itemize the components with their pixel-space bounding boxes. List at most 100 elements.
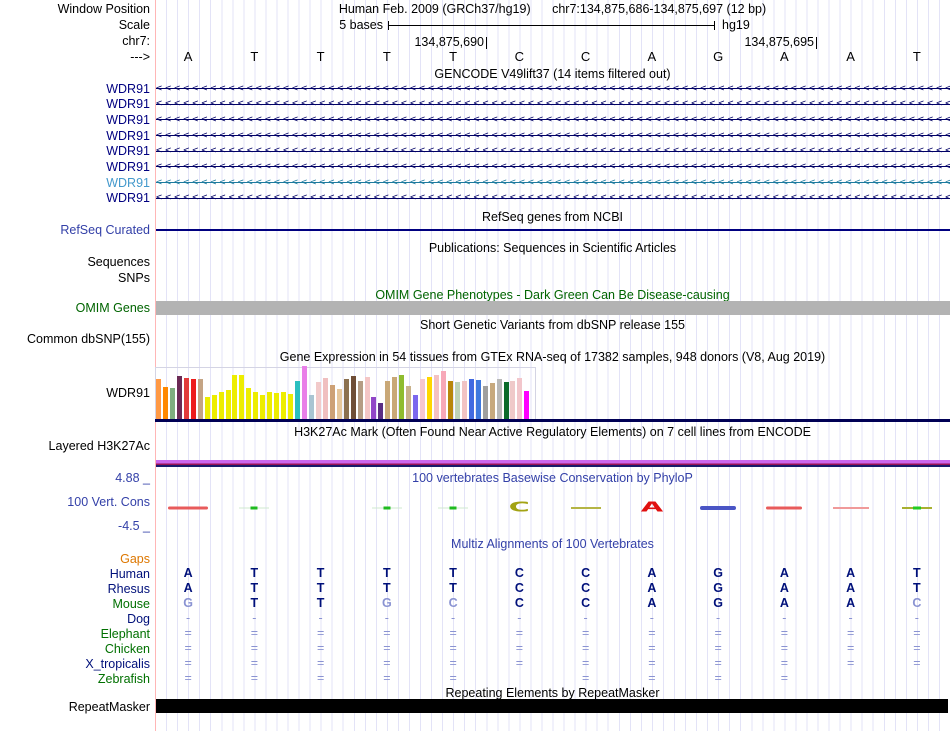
gtex-tissue-bar[interactable] — [281, 392, 287, 419]
layered-h3k27ac-label[interactable]: Layered H3K27Ac — [0, 439, 150, 453]
gencode-gene-label[interactable]: WDR91 — [0, 82, 150, 96]
gtex-tissue-bar[interactable] — [218, 392, 224, 419]
multiz-species-label[interactable]: Chicken — [0, 642, 150, 656]
multiz-species-label[interactable]: Dog — [0, 612, 150, 626]
gtex-tissue-bar[interactable] — [301, 366, 307, 419]
multiz-row-gaps[interactable]: Gaps — [0, 551, 950, 566]
gtex-tissue-bar[interactable] — [447, 381, 453, 419]
multiz-species-label[interactable]: Mouse — [0, 597, 150, 611]
gtex-tissue-bar[interactable] — [350, 376, 356, 419]
refseq-curated-label[interactable]: RefSeq Curated — [0, 223, 150, 237]
gtex-tissue-bar[interactable] — [510, 381, 516, 419]
gtex-tissue-bar[interactable] — [364, 377, 370, 419]
gtex-tissue-bar[interactable] — [496, 379, 502, 419]
gtex-tissue-bar[interactable] — [190, 379, 196, 419]
gtex-tissue-bar[interactable] — [489, 383, 495, 419]
gtex-tissue-bar[interactable] — [176, 376, 182, 419]
multiz-species-label[interactable]: Zebrafish — [0, 672, 150, 686]
gtex-tissue-bar[interactable] — [169, 388, 175, 419]
repeatmasker-element-bar[interactable] — [156, 699, 948, 713]
multiz-species-label[interactable]: Gaps — [0, 552, 150, 566]
gencode-gene-line[interactable]: <<<<<<<<<<<<<<<<<<<<<<<<<<<<<<<<<<<<<<<<… — [156, 127, 950, 144]
gtex-tissue-bar[interactable] — [239, 375, 245, 419]
gtex-tissue-bar[interactable] — [197, 379, 203, 419]
gtex-tissue-bar[interactable] — [482, 386, 488, 419]
gtex-tissue-bar[interactable] — [371, 397, 377, 419]
gtex-tissue-bar[interactable] — [343, 379, 349, 419]
gencode-gene-line[interactable]: <<<<<<<<<<<<<<<<<<<<<<<<<<<<<<<<<<<<<<<<… — [156, 96, 950, 112]
gtex-tissue-bar[interactable] — [440, 371, 446, 419]
gtex-tissue-bar[interactable] — [517, 378, 523, 419]
gtex-tissue-bar[interactable] — [413, 395, 419, 419]
gtex-tissue-bar[interactable] — [461, 381, 467, 419]
multiz-row-dog[interactable]: Dog - - - - - - - - - - - - — [0, 611, 950, 626]
gencode-gene-label[interactable]: WDR91 — [0, 97, 150, 111]
multiz-row-zebrafish[interactable]: Zebrafish = = = = = = = = = — [0, 671, 950, 686]
gtex-tissue-bar[interactable] — [427, 377, 433, 419]
omim-genes-label[interactable]: OMIM Genes — [0, 301, 150, 315]
gtex-tissue-bar[interactable] — [315, 382, 321, 419]
gtex-tissue-bar[interactable] — [267, 392, 273, 419]
gencode-gene-label[interactable]: WDR91 — [0, 129, 150, 143]
gencode-gene-line[interactable]: <<<<<<<<<<<<<<<<<<<<<<<<<<<<<<<<<<<<<<<<… — [156, 190, 950, 207]
gencode-gene-label[interactable]: WDR91 — [0, 144, 150, 158]
multiz-row-mouse[interactable]: Mouse G T T G C C C A G A A C — [0, 596, 950, 611]
gtex-tissue-bar[interactable] — [288, 394, 294, 419]
gencode-gene-line[interactable]: <<<<<<<<<<<<<<<<<<<<<<<<<<<<<<<<<<<<<<<<… — [156, 143, 950, 159]
phylop-track-label[interactable]: 100 Vert. Cons — [0, 495, 150, 509]
gtex-tissue-bar[interactable] — [475, 380, 481, 419]
multiz-row-x_tropicalis[interactable]: X_tropicalis = = = = = = = = = = = = — [0, 656, 950, 671]
gtex-tissue-bar[interactable] — [420, 379, 426, 419]
repeatmasker-label[interactable]: RepeatMasker — [0, 700, 150, 714]
gtex-tissue-bar[interactable] — [454, 382, 460, 419]
gtex-tissue-bar[interactable] — [322, 378, 328, 419]
multiz-species-label[interactable]: Elephant — [0, 627, 150, 641]
refseq-gene-line[interactable] — [156, 229, 950, 231]
multiz-species-label[interactable]: Rhesus — [0, 582, 150, 596]
multiz-row-chicken[interactable]: Chicken = = = = = = = = = = = = — [0, 641, 950, 656]
gencode-gene-label[interactable]: WDR91 — [0, 113, 150, 127]
gencode-gene-label[interactable]: WDR91 — [0, 191, 150, 205]
gtex-tissue-bar[interactable] — [406, 386, 412, 419]
gtex-tissue-bar[interactable] — [434, 375, 439, 419]
gtex-tissue-bar[interactable] — [295, 381, 300, 419]
gtex-gene-label[interactable]: WDR91 — [0, 386, 150, 400]
multiz-row-human[interactable]: Human A T T T T C C A G A A T — [0, 566, 950, 581]
publications-sequences-label[interactable]: Sequences — [0, 255, 150, 269]
gtex-tissue-bar[interactable] — [232, 375, 238, 419]
gtex-tissue-bar[interactable] — [378, 403, 384, 419]
multiz-row-elephant[interactable]: Elephant = = = = = = = = = = = = — [0, 626, 950, 641]
gtex-tissue-bar[interactable] — [246, 388, 252, 419]
gtex-tissue-bar[interactable] — [260, 395, 266, 419]
gtex-tissue-bar[interactable] — [253, 392, 259, 419]
gencode-gene-label[interactable]: WDR91 — [0, 176, 150, 190]
gtex-tissue-bar[interactable] — [329, 385, 335, 419]
gtex-tissue-bar[interactable] — [308, 395, 314, 419]
gtex-tissue-bar[interactable] — [204, 397, 210, 419]
gencode-gene-line[interactable]: <<<<<<<<<<<<<<<<<<<<<<<<<<<<<<<<<<<<<<<<… — [156, 111, 950, 128]
publications-snps-label[interactable]: SNPs — [0, 271, 150, 285]
gtex-tissue-bar[interactable] — [399, 375, 405, 419]
omim-gene-bar[interactable] — [156, 301, 950, 315]
gtex-tissue-bar[interactable] — [385, 381, 391, 419]
gtex-tissue-bar[interactable] — [211, 395, 217, 419]
gtex-tissue-bar[interactable] — [274, 393, 280, 419]
common-dbsnp-label[interactable]: Common dbSNP(155) — [0, 332, 150, 346]
gencode-gene-line[interactable]: <<<<<<<<<<<<<<<<<<<<<<<<<<<<<<<<<<<<<<<<… — [156, 80, 950, 97]
gtex-tissue-bar[interactable] — [524, 391, 530, 419]
gtex-tissue-bar[interactable] — [336, 389, 342, 419]
multiz-species-label[interactable]: X_tropicalis — [0, 657, 150, 671]
gencode-gene-line[interactable]: <<<<<<<<<<<<<<<<<<<<<<<<<<<<<<<<<<<<<<<<… — [156, 174, 950, 191]
h3k27ac-signal-band[interactable] — [156, 460, 950, 467]
gtex-tissue-bar[interactable] — [357, 381, 363, 419]
gencode-gene-label[interactable]: WDR91 — [0, 160, 150, 174]
gtex-tissue-bar[interactable] — [503, 382, 509, 419]
gtex-tissue-bar[interactable] — [162, 387, 168, 419]
gtex-tissue-bar[interactable] — [392, 377, 398, 419]
gtex-tissue-bar[interactable] — [183, 378, 189, 419]
gtex-tissue-bar[interactable] — [156, 379, 161, 419]
gtex-tissue-bar[interactable] — [225, 390, 231, 419]
gencode-gene-line[interactable]: <<<<<<<<<<<<<<<<<<<<<<<<<<<<<<<<<<<<<<<<… — [156, 159, 950, 175]
multiz-species-label[interactable]: Human — [0, 567, 150, 581]
gtex-tissue-bar[interactable] — [468, 379, 474, 419]
